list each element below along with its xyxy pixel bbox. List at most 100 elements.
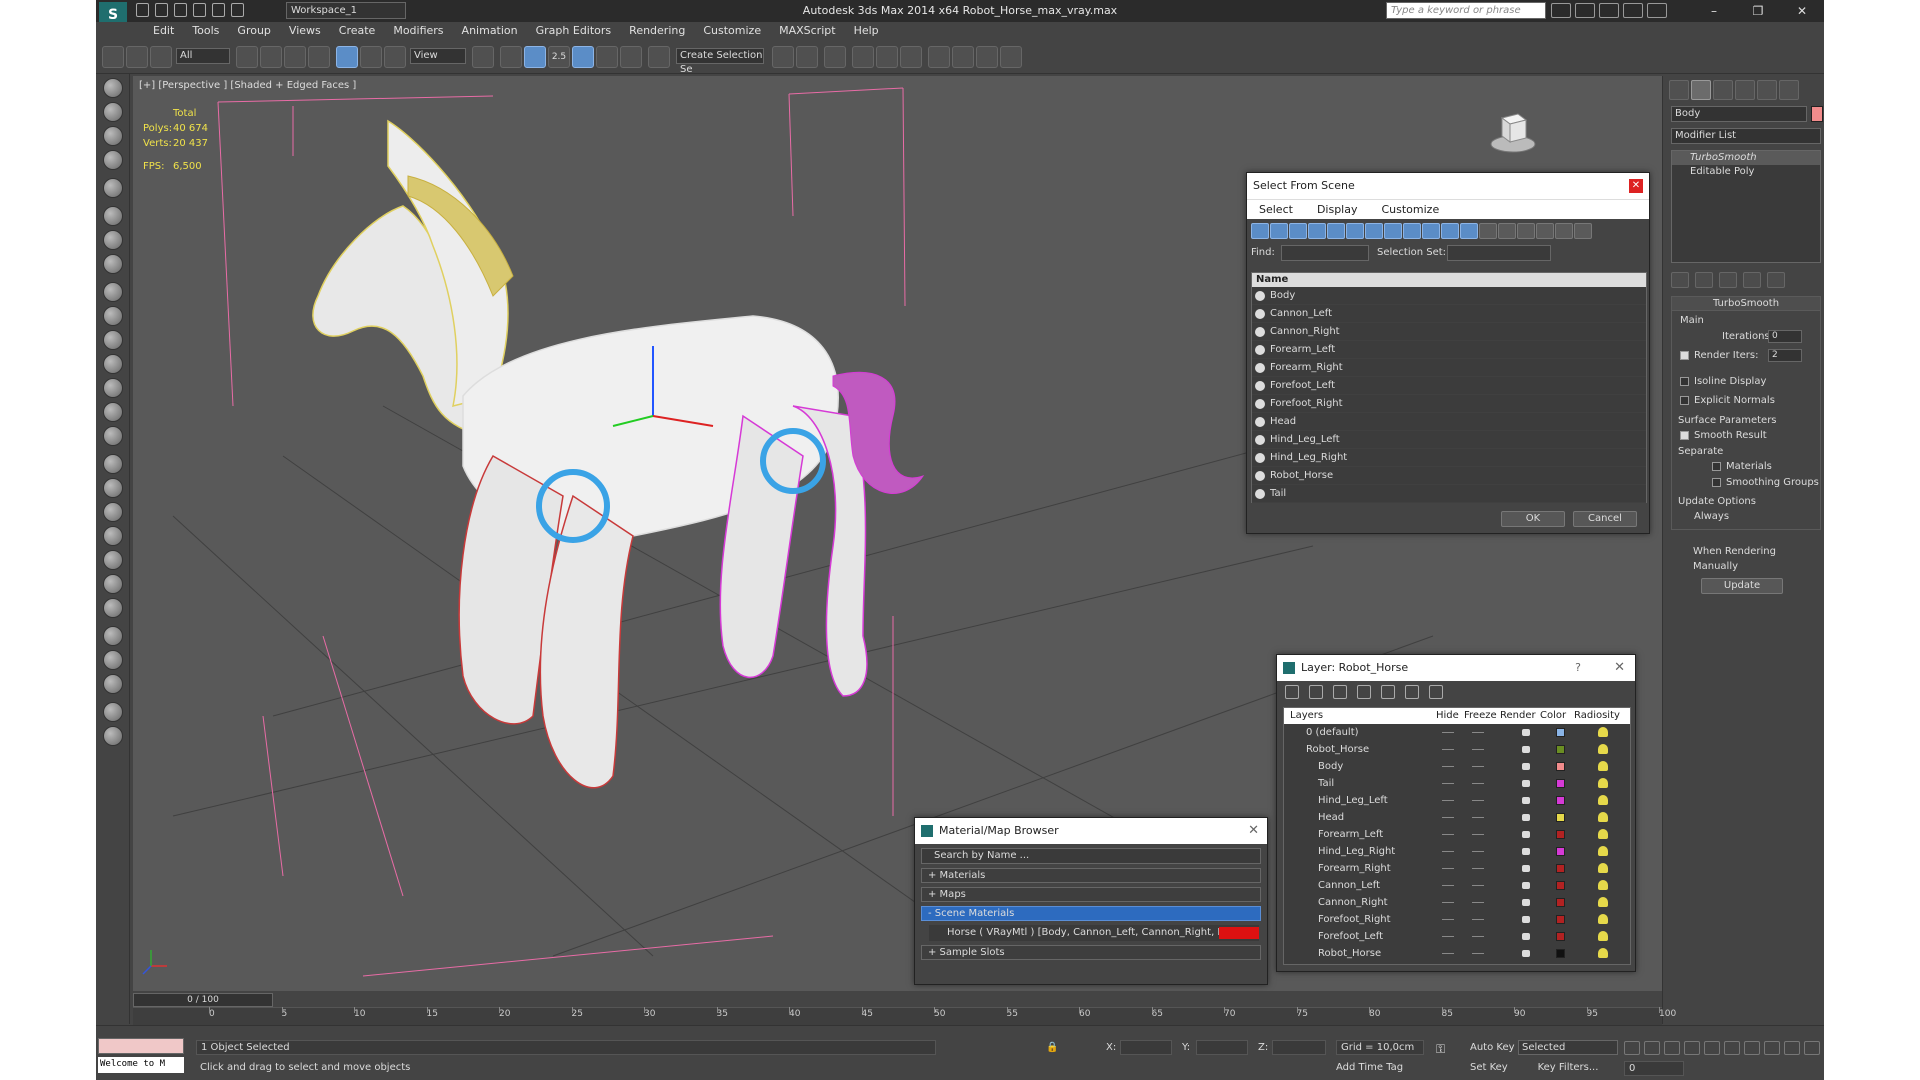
layer-row[interactable]: Forearm_Right [1284, 860, 1630, 877]
radiosity-icon[interactable] [1598, 761, 1608, 771]
viewport-label[interactable]: [+] [Perspective ] [Shaded + Edged Faces… [139, 80, 356, 91]
list-item[interactable]: Head [1252, 413, 1646, 431]
lock-selection-icon[interactable]: 🔒 [1046, 1042, 1058, 1053]
freeze-toggle[interactable] [1472, 936, 1484, 937]
freeze-toggle[interactable] [1472, 868, 1484, 869]
question-icon[interactable] [103, 726, 123, 746]
zoom-extents-icon[interactable] [1724, 1041, 1740, 1055]
display-groups-icon[interactable] [1365, 223, 1383, 239]
render-teapot-icon[interactable] [1522, 797, 1530, 804]
sfs-name-header[interactable]: Name [1252, 273, 1646, 287]
pin-stack-icon[interactable] [1671, 272, 1689, 288]
display-spacewarps-icon[interactable] [1346, 223, 1364, 239]
menu-maxscript[interactable]: MAXScript [770, 22, 844, 40]
help-icon[interactable] [1647, 3, 1667, 18]
current-frame-field[interactable]: 0 [1624, 1061, 1684, 1076]
render-teapot-icon[interactable] [1522, 780, 1530, 787]
rendered-frame-window-icon[interactable] [976, 46, 998, 68]
angle-snap-icon[interactable] [572, 46, 594, 68]
radiosity-icon[interactable] [1598, 795, 1608, 805]
reference-coord-dropdown[interactable]: View [410, 48, 466, 64]
zoom-region-icon[interactable] [1744, 1041, 1760, 1055]
unlink-icon[interactable] [126, 46, 148, 68]
radiosity-icon[interactable] [1598, 778, 1608, 788]
list-item[interactable]: Forearm_Left [1252, 341, 1646, 359]
list-item[interactable]: Body [1252, 287, 1646, 305]
schematic-view-icon[interactable] [900, 46, 922, 68]
select-rotate-icon[interactable] [360, 46, 382, 68]
freeze-toggle[interactable] [1472, 885, 1484, 886]
pivot-center-icon[interactable] [472, 46, 494, 68]
hide-toggle[interactable] [1442, 953, 1454, 954]
menu-animation[interactable]: Animation [453, 22, 527, 40]
layer-name[interactable]: Forearm_Right [1318, 860, 1391, 877]
render-teapot-icon[interactable] [1522, 729, 1530, 736]
layer-color-swatch[interactable] [1556, 813, 1565, 822]
radiosity-icon[interactable] [1598, 931, 1608, 941]
menu-modifiers[interactable]: Modifiers [384, 22, 452, 40]
graphite-ribbon-icon[interactable] [852, 46, 874, 68]
render-teapot-icon[interactable] [1522, 916, 1530, 923]
col-freeze[interactable]: Freeze [1464, 710, 1497, 721]
col-radiosity[interactable]: Radiosity [1574, 710, 1620, 721]
sun-light-icon[interactable] [103, 402, 123, 422]
list-item[interactable]: Cannon_Right [1252, 323, 1646, 341]
smoothing-groups-checkbox[interactable] [1712, 478, 1721, 487]
freeze-toggle[interactable] [1472, 749, 1484, 750]
menu-edit[interactable]: Edit [144, 22, 183, 40]
radiosity-icon[interactable] [1598, 863, 1608, 873]
hide-toggle[interactable] [1442, 766, 1454, 767]
viewport-layout-icon[interactable] [103, 78, 123, 98]
window-crossing-icon[interactable] [308, 46, 330, 68]
paint-icon[interactable] [103, 178, 123, 198]
highlight-layer-icon[interactable] [1381, 685, 1395, 699]
render-production-icon[interactable] [1000, 46, 1022, 68]
torus-icon[interactable] [103, 330, 123, 350]
lasso-icon[interactable] [103, 230, 123, 250]
play-icon[interactable] [1664, 1041, 1680, 1055]
previous-frame-icon[interactable] [1644, 1041, 1660, 1055]
render-teapot-icon[interactable] [1522, 763, 1530, 770]
list-item[interactable]: Forefoot_Right [1252, 395, 1646, 413]
link-icon[interactable] [102, 46, 124, 68]
freeze-all-layers-icon[interactable] [1429, 685, 1443, 699]
pan-view-icon[interactable] [1764, 1041, 1780, 1055]
select-by-name-icon[interactable] [260, 46, 282, 68]
modify-tab-icon[interactable] [1691, 80, 1711, 100]
sfs-menu-customize[interactable]: Customize [1369, 200, 1451, 219]
go-to-end-icon[interactable] [1704, 1041, 1720, 1055]
freeze-toggle[interactable] [1472, 834, 1484, 835]
display-lights-icon[interactable] [1289, 223, 1307, 239]
list-item[interactable]: Forearm_Right [1252, 359, 1646, 377]
grid-icon[interactable] [103, 150, 123, 170]
omni-light-icon[interactable] [103, 426, 123, 446]
col-render[interactable]: Render [1500, 710, 1536, 721]
hide-toggle[interactable] [1442, 749, 1454, 750]
turbosmooth-rollout-header[interactable]: TurboSmooth [1672, 297, 1820, 311]
set-key-mode-icon[interactable]: ⚿ [1436, 1042, 1445, 1057]
radiosity-icon[interactable] [1598, 744, 1608, 754]
layer-color-swatch[interactable] [1556, 779, 1565, 788]
render-teapot-icon[interactable] [1522, 882, 1530, 889]
hide-toggle[interactable] [1442, 817, 1454, 818]
mirror-icon[interactable] [772, 46, 794, 68]
mmb-scene-materials-group[interactable]: - Scene Materials [921, 906, 1261, 921]
teapot-icon[interactable] [103, 354, 123, 374]
radiosity-icon[interactable] [1598, 948, 1608, 958]
display-hidden-icon[interactable] [1460, 223, 1478, 239]
configure-sets-icon[interactable] [1767, 272, 1785, 288]
make-unique-icon[interactable] [1719, 272, 1737, 288]
display-bones-icon[interactable] [1403, 223, 1421, 239]
layer-name[interactable]: Forefoot_Left [1318, 928, 1383, 945]
filter-icon[interactable] [1536, 223, 1554, 239]
layer-explorer-icon[interactable] [103, 126, 123, 146]
selection-filter-dropdown[interactable]: All [176, 48, 230, 64]
layer-row[interactable]: Robot_Horse [1284, 741, 1630, 758]
rectangle-select-icon[interactable] [284, 46, 306, 68]
remove-modifier-icon[interactable] [1743, 272, 1761, 288]
curve-editor-icon[interactable] [876, 46, 898, 68]
freeze-toggle[interactable] [1472, 817, 1484, 818]
helper-icon[interactable] [103, 502, 123, 522]
list-item[interactable]: Hind_Leg_Left [1252, 431, 1646, 449]
hair-icon[interactable] [103, 574, 123, 594]
